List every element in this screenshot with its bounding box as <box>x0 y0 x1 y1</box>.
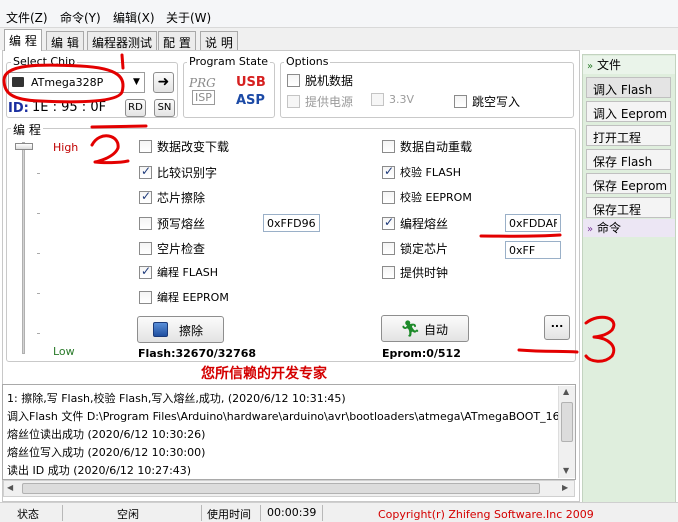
annotation-number-2 <box>90 134 130 165</box>
tab-program[interactable]: 编 程 <box>4 29 42 51</box>
annotation-circle <box>2 63 125 104</box>
annotation-number-3 <box>584 315 616 363</box>
annotation-underline <box>517 348 579 354</box>
annotation-underline <box>479 233 562 238</box>
annotation-overlay <box>2 53 616 363</box>
annotation-underline <box>90 124 148 129</box>
annotation-number-1 <box>120 53 125 70</box>
